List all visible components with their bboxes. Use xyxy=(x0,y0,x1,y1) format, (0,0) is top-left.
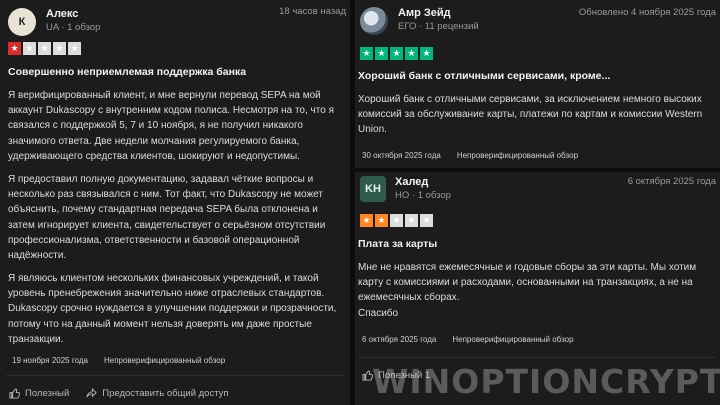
star-icon: ★ xyxy=(23,42,36,55)
verification-status: Непроверифицированный обзор xyxy=(103,356,226,365)
review-time: 6 октября 2025 года xyxy=(627,176,716,187)
star-icon: ★ xyxy=(53,42,66,55)
avatar[interactable]: К xyxy=(8,8,36,36)
divider xyxy=(6,375,344,376)
star-icon: ★ xyxy=(420,47,433,60)
share-button[interactable]: Предоставить общий доступ xyxy=(85,387,229,399)
thumbs-up-icon xyxy=(8,387,20,399)
star-rating: ★ ★ ★ ★ ★ xyxy=(360,214,433,227)
star-rating: ★ ★ ★ ★ ★ xyxy=(8,42,81,55)
star-icon: ★ xyxy=(390,214,403,227)
review-footer: 30 октября 2025 года Непроверифицированн… xyxy=(362,151,578,160)
reviewer-header: KH Халед НО · 1 обзор xyxy=(360,176,451,202)
star-icon: ★ xyxy=(68,42,81,55)
review-card-amr: Амр Зейд ЕГО · 11 рецензий Обновлено 4 н… xyxy=(355,0,720,168)
review-paragraph: Я верифицированный клиент, и мне вернули… xyxy=(8,90,334,162)
review-date: 19 ноября 2025 года xyxy=(12,356,88,365)
avatar[interactable]: KH xyxy=(360,176,386,202)
verification-status: Непроверифицированный обзор xyxy=(452,335,574,344)
useful-button[interactable]: Полезный xyxy=(8,387,69,399)
star-icon: ★ xyxy=(360,214,373,227)
star-icon: ★ xyxy=(390,47,403,60)
verification-status: Непроверифицированный обзор xyxy=(456,151,579,160)
review-date: 30 октября 2025 года xyxy=(362,151,441,160)
reviewer-name[interactable]: Халед xyxy=(395,176,451,190)
review-title[interactable]: Плата за карты xyxy=(358,238,437,250)
review-date: 6 октября 2025 года xyxy=(362,335,437,344)
share-label: Предоставить общий доступ xyxy=(102,387,229,399)
star-icon: ★ xyxy=(8,42,21,55)
reviewer-meta: НО · 1 обзор xyxy=(395,189,451,201)
review-title[interactable]: Совершенно неприемлемая поддержка банка xyxy=(8,66,246,78)
review-card-alex: К Алекс UA · 1 обзор 18 часов назад ★ ★ … xyxy=(0,0,350,405)
review-paragraph: Я предоставил полную документацию, задав… xyxy=(8,173,326,261)
review-footer: 19 ноября 2025 года Непроверифицированны… xyxy=(12,356,225,365)
reviewer-header: К Алекс UA · 1 обзор xyxy=(8,8,100,36)
star-icon: ★ xyxy=(420,214,433,227)
review-actions: Полезный Предоставить общий доступ xyxy=(8,387,229,399)
useful-label: Полезный xyxy=(25,387,70,399)
share-icon xyxy=(85,387,97,399)
divider xyxy=(359,357,716,358)
reviewer-header: Амр Зейд ЕГО · 11 рецензий xyxy=(360,7,479,35)
review-paragraph: Я являюсь клиентом нескольких финансовых… xyxy=(8,273,337,345)
review-closing: Спасибо xyxy=(358,307,399,319)
star-icon: ★ xyxy=(405,47,418,60)
star-icon: ★ xyxy=(405,214,418,227)
reviewer-name[interactable]: Алекс xyxy=(46,8,100,22)
reviewer-meta: ЕГО · 11 рецензий xyxy=(398,20,479,32)
avatar[interactable] xyxy=(360,7,388,35)
star-icon: ★ xyxy=(360,47,373,60)
review-body: Я верифицированный клиент, и мне вернули… xyxy=(8,88,346,355)
star-icon: ★ xyxy=(375,214,388,227)
star-rating: ★ ★ ★ ★ ★ xyxy=(360,47,433,60)
review-footer: 6 октября 2025 года Непроверифицированны… xyxy=(362,335,574,344)
review-updated: Обновлено 4 ноября 2025 года xyxy=(578,7,716,18)
review-title[interactable]: Хороший банк с отличными сервисами, кром… xyxy=(358,70,610,82)
star-icon: ★ xyxy=(38,42,51,55)
review-body: Хороший банк с отличными сервисами, за и… xyxy=(358,94,703,136)
reviewer-meta: UA · 1 обзор xyxy=(46,21,101,33)
review-paragraph: Мне не нравятся ежемесячные и годовые сб… xyxy=(358,262,697,304)
reviewer-name[interactable]: Амр Зейд xyxy=(398,7,479,21)
watermark: WINOPTIONCRYPTO.COM xyxy=(372,362,720,401)
review-body: Мне не нравятся ежемесячные и годовые сб… xyxy=(358,260,708,321)
review-time: 18 часов назад xyxy=(279,6,346,17)
star-icon: ★ xyxy=(375,47,388,60)
